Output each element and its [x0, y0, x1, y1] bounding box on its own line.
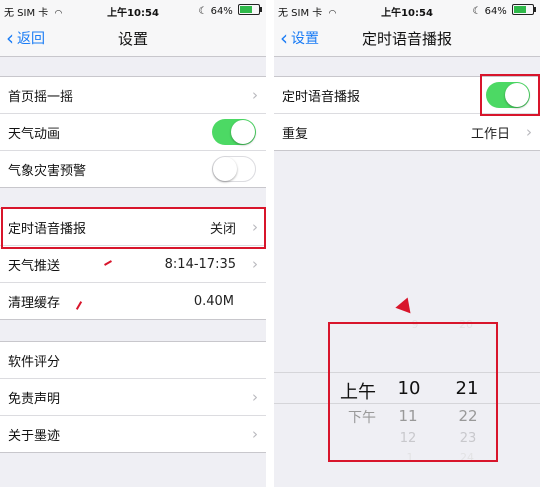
chevron-right-icon: › — [252, 388, 258, 406]
row-weather-push[interactable]: 天气推送 8:14-17:35 › — [0, 246, 266, 283]
chevron-right-icon: › — [252, 255, 258, 273]
row-home-shake[interactable]: 首页摇一摇 › — [0, 77, 266, 114]
page-title: 定时语音播报 — [361, 30, 452, 48]
disaster-warning-toggle[interactable] — [212, 156, 256, 182]
row-label: 天气动画 — [8, 126, 61, 142]
row-value: 8:14-17:35 — [164, 256, 236, 272]
row-weather-animation: 天气动画 — [0, 114, 266, 151]
row-rate-app[interactable]: 软件评分 — [0, 342, 266, 379]
row-label: 首页摇一摇 — [8, 89, 74, 105]
battery-percent: 64% — [484, 6, 507, 17]
battery-icon — [512, 4, 536, 15]
battery-fill — [514, 6, 526, 13]
row-label: 清理缓存 — [8, 295, 61, 311]
row-label: 软件评分 — [8, 354, 61, 370]
nav-bar: ‹ 返回 设置 — [0, 20, 266, 57]
row-label: 定时语音播报 — [282, 89, 361, 105]
nav-bar: ‹ 设置 定时语音播报 — [274, 20, 540, 57]
battery-fill — [240, 6, 252, 13]
status-bar: 无 SIM 卡 ◠ 上午10:54 ☾ 64% — [274, 0, 540, 20]
chevron-right-icon: › — [252, 425, 258, 443]
row-label: 气象灾害预警 — [8, 163, 87, 179]
row-value: 0.40M — [193, 293, 234, 309]
row-clear-cache[interactable]: 清理缓存 0.40M — [0, 283, 266, 319]
timed-voice-screen: 无 SIM 卡 ◠ 上午10:54 ☾ 64% ‹ 设置 定时语音播报 定时语音… — [274, 0, 540, 487]
row-repeat[interactable]: 重复 工作日 › — [274, 114, 540, 150]
row-label: 免责声明 — [8, 391, 61, 407]
row-label: 关于墨迹 — [8, 428, 61, 444]
row-about[interactable]: 关于墨迹 › — [0, 416, 266, 452]
highlight-box — [1, 207, 266, 249]
weather-animation-toggle[interactable] — [212, 119, 256, 145]
moon-icon: ☾ — [472, 6, 482, 17]
battery-percent: 64% — [210, 6, 233, 17]
row-label: 重复 — [282, 126, 309, 142]
highlight-box — [480, 74, 540, 116]
settings-group-about: 软件评分 免责声明 › 关于墨迹 › — [0, 341, 266, 453]
chevron-right-icon: › — [526, 123, 532, 141]
page-title: 设置 — [117, 30, 148, 48]
settings-group-general: 首页摇一摇 › 天气动画 气象灾害预警 — [0, 76, 266, 188]
status-bar: 无 SIM 卡 ◠ 上午10:54 ☾ 64% — [0, 0, 266, 20]
chevron-right-icon: › — [252, 86, 258, 104]
highlight-box — [328, 322, 498, 462]
settings-screen: 无 SIM 卡 ◠ 上午10:54 ☾ 64% ‹ 返回 设置 首页摇一摇 › … — [0, 0, 266, 487]
row-value: 工作日 — [470, 126, 510, 142]
row-disaster-warning: 气象灾害预警 — [0, 151, 266, 187]
row-disclaimer[interactable]: 免责声明 › — [0, 379, 266, 416]
moon-icon: ☾ — [198, 6, 208, 17]
battery-icon — [238, 4, 262, 15]
row-label: 天气推送 — [8, 258, 61, 274]
